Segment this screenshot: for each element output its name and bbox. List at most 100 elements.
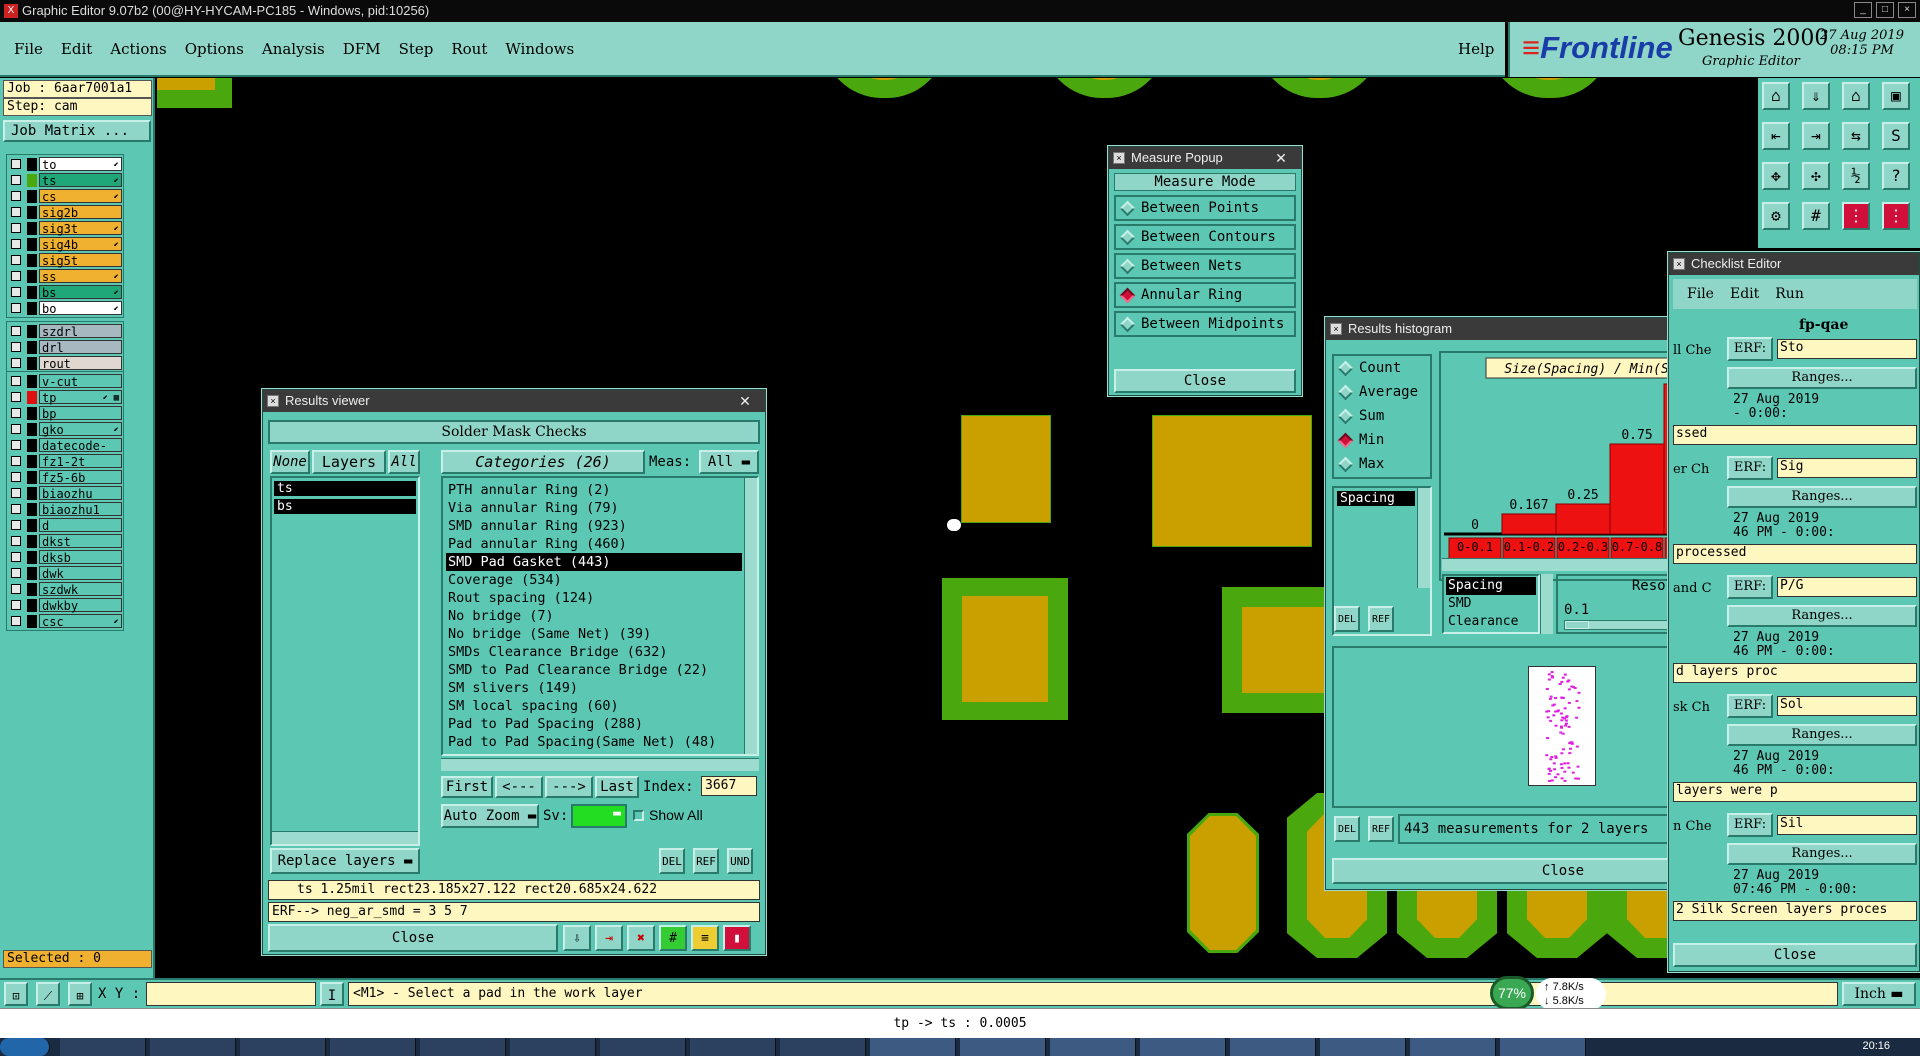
menu-rout[interactable]: Rout <box>451 40 487 58</box>
layer-name[interactable]: rout <box>39 356 122 371</box>
taskbar-app[interactable] <box>690 1038 776 1056</box>
category-item[interactable]: Coverage (534) <box>446 571 742 589</box>
ref-icon[interactable]: REF <box>1368 816 1394 842</box>
layer-checkbox[interactable] <box>11 191 21 201</box>
layer-name[interactable]: sig2b <box>39 205 122 220</box>
measure-mode-between-points[interactable]: Between Points <box>1114 195 1296 221</box>
ranges-button[interactable]: Ranges... <box>1727 486 1917 508</box>
layer-name[interactable]: szdrl <box>39 324 122 339</box>
menu-actions[interactable]: Actions <box>110 40 166 58</box>
net-icon[interactable]: ⋮ <box>1842 202 1870 230</box>
delete-icon[interactable]: DEL <box>1334 816 1360 842</box>
attribute-vscroll[interactable] <box>1417 488 1430 588</box>
layer-checkbox[interactable] <box>11 600 21 610</box>
layer-row[interactable]: dwk <box>8 565 122 581</box>
erf-button[interactable]: ERF: <box>1727 337 1773 361</box>
layer-checkbox[interactable] <box>11 520 21 530</box>
taskbar-app[interactable] <box>1230 1038 1316 1056</box>
layer-checkbox[interactable] <box>11 408 21 418</box>
taskbar-app[interactable] <box>960 1038 1046 1056</box>
delete-icon[interactable]: DEL <box>659 848 685 874</box>
param-item[interactable]: SMD <box>1446 595 1536 613</box>
layer-checkbox[interactable] <box>11 271 21 281</box>
result-layer-item[interactable]: ts <box>274 481 416 496</box>
layer-name[interactable]: biaozhu1 <box>39 502 122 517</box>
start-button[interactable] <box>0 1038 50 1056</box>
layers-list[interactable]: ts bs <box>270 476 420 846</box>
stat-mode-max[interactable]: Max <box>1337 456 1384 472</box>
taskbar-app[interactable] <box>420 1038 506 1056</box>
layer-name[interactable]: v-cut <box>39 374 122 389</box>
category-item[interactable]: No bridge (7) <box>446 607 742 625</box>
layer-name[interactable]: dksb <box>39 550 122 565</box>
ratio-icon[interactable]: ½ <box>1842 162 1870 190</box>
line-mode-icon[interactable]: ⟋ <box>36 982 60 1006</box>
layer-color-swatch[interactable] <box>27 157 37 171</box>
taskbar-app[interactable] <box>870 1038 956 1056</box>
undo-icon[interactable]: UND <box>727 848 753 874</box>
layer-row[interactable]: datecode-bo <box>8 437 122 467</box>
layer-row[interactable]: drl <box>8 339 122 355</box>
layer-row[interactable]: biaozhu <box>8 485 122 501</box>
result-layer-item[interactable]: bs <box>274 499 416 514</box>
layer-name[interactable]: szdwk <box>39 582 122 597</box>
layer-checkbox[interactable] <box>11 207 21 217</box>
layer-color-swatch[interactable] <box>27 324 37 338</box>
meas-select[interactable]: All ▬ <box>699 450 759 474</box>
layers-button[interactable]: Layers <box>312 450 386 474</box>
taskbar-app[interactable] <box>600 1038 686 1056</box>
category-item[interactable]: PTH annular Ring (2) <box>446 481 742 499</box>
layer-name[interactable]: sig4b ⬋ <box>39 237 122 252</box>
zoom-home-icon[interactable]: ⌂ <box>1762 82 1790 110</box>
layer-checkbox[interactable] <box>11 584 21 594</box>
export-icon[interactable]: ⇩ <box>563 925 591 951</box>
layer-color-swatch[interactable] <box>27 374 37 388</box>
erf-button[interactable]: ERF: <box>1727 575 1773 599</box>
xy-input[interactable] <box>146 982 316 1006</box>
layer-checkbox[interactable] <box>11 376 21 386</box>
layer-checkbox[interactable] <box>11 504 21 514</box>
menu-step[interactable]: Step <box>399 40 434 58</box>
ref-icon[interactable]: REF <box>1368 606 1394 632</box>
layer-row[interactable]: cs ⬋ <box>8 188 122 204</box>
center-icon[interactable]: ✣ <box>1802 162 1830 190</box>
stat-mode-average[interactable]: Average <box>1337 384 1418 400</box>
layer-row[interactable]: sig5t <box>8 252 122 268</box>
layer-color-swatch[interactable] <box>27 356 37 370</box>
taskbar-app[interactable] <box>1320 1038 1406 1056</box>
measure-close-button[interactable]: Close <box>1114 369 1296 393</box>
measure-mode-between-nets[interactable]: Between Nets <box>1114 253 1296 279</box>
category-item[interactable]: Pad to Pad Spacing (288) <box>446 715 742 733</box>
grid-icon[interactable]: # <box>1802 202 1830 230</box>
layer-row[interactable]: szdwk <box>8 581 122 597</box>
close-icon[interactable]: ✕ <box>733 390 757 412</box>
layer-checkbox[interactable] <box>11 456 21 466</box>
layer-name[interactable]: dkst <box>39 534 122 549</box>
layer-checkbox[interactable] <box>11 552 21 562</box>
layer-row[interactable]: fz1-2t <box>8 453 122 469</box>
layer-checkbox[interactable] <box>11 326 21 336</box>
layer-checkbox[interactable] <box>11 287 21 297</box>
categories-vscroll[interactable] <box>744 478 757 754</box>
category-item[interactable]: Via annular Ring (79) <box>446 499 742 517</box>
layer-color-swatch[interactable] <box>27 390 37 404</box>
layer-row[interactable]: dwkby <box>8 597 122 613</box>
category-item[interactable]: SMD annular Ring (923) <box>446 517 742 535</box>
category-item[interactable]: SM local spacing (60) <box>446 697 742 715</box>
category-item[interactable]: SMD to Pad Clearance Bridge (22) <box>446 661 742 679</box>
erf-button[interactable]: ERF: <box>1727 813 1773 837</box>
taskbar-app[interactable] <box>1410 1038 1496 1056</box>
mirror-icon[interactable]: ⇆ <box>1842 122 1870 150</box>
layer-color-swatch[interactable] <box>27 518 37 532</box>
stat-mode-min[interactable]: Min <box>1337 432 1384 448</box>
layer-row[interactable]: sig3t ⬋ <box>8 220 122 236</box>
layer-color-swatch[interactable] <box>27 614 37 628</box>
close-window-button[interactable]: × <box>1898 2 1916 18</box>
layer-name[interactable]: sig5t <box>39 253 122 268</box>
last-button[interactable]: Last <box>595 776 639 798</box>
layer-color-swatch[interactable] <box>27 486 37 500</box>
layer-name[interactable]: d <box>39 518 122 533</box>
home-icon[interactable]: ⌂ <box>1842 82 1870 110</box>
layer-checkbox[interactable] <box>11 536 21 546</box>
layer-row[interactable]: bo ⬋ <box>8 300 122 316</box>
